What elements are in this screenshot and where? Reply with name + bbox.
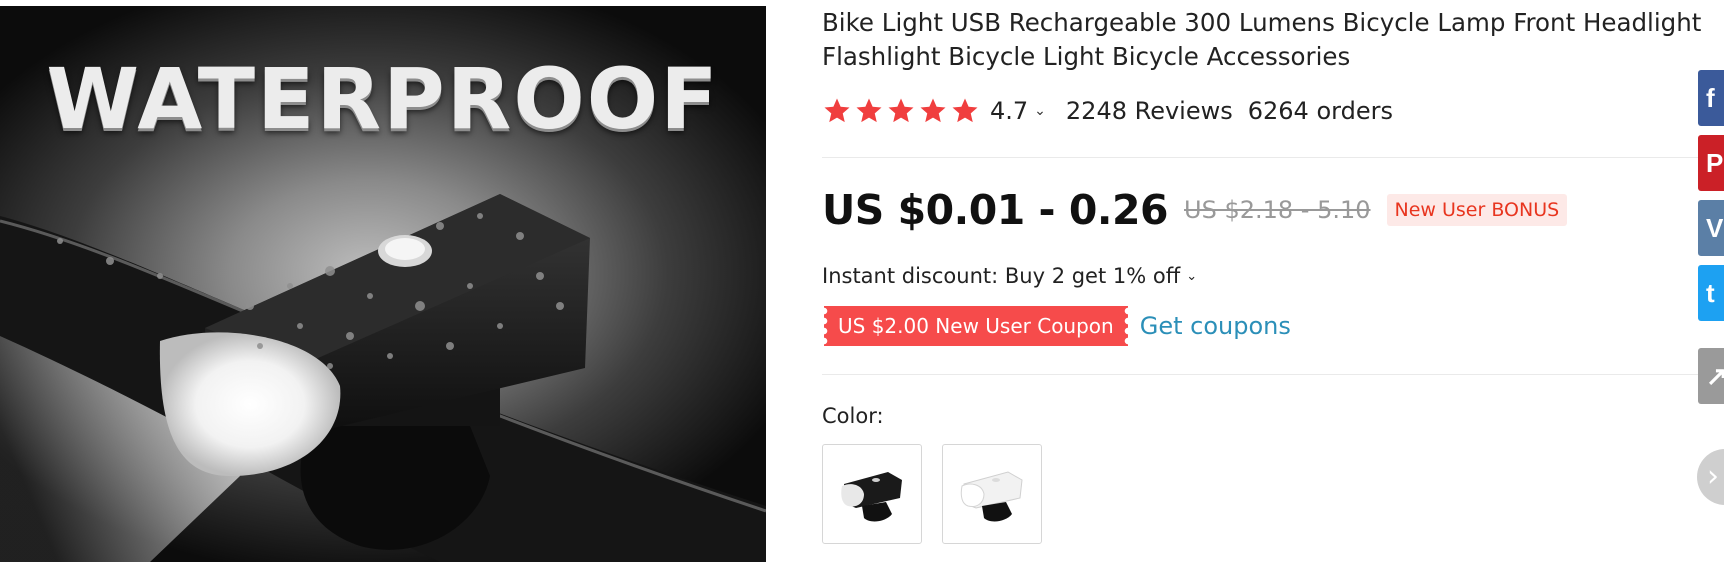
share-more-button[interactable]: ↗ xyxy=(1698,348,1724,404)
vk-icon: V xyxy=(1706,213,1724,243)
image-overlay-text: WATERPROOF xyxy=(46,50,720,148)
color-option-white[interactable] xyxy=(942,444,1042,544)
rating-value[interactable]: 4.7 xyxy=(990,97,1028,125)
instant-discount[interactable]: Instant discount: Buy 2 get 1% off ⌄ xyxy=(822,264,1197,288)
star-icon xyxy=(952,98,978,123)
star-icon xyxy=(856,98,882,123)
star-icon xyxy=(920,98,946,123)
orders-count: 6264 orders xyxy=(1247,97,1393,125)
share-pinterest-button[interactable]: P xyxy=(1698,135,1724,191)
product-title: Bike Light USB Rechargeable 300 Lumens B… xyxy=(822,8,1702,71)
new-user-bonus-badge: New User BONUS xyxy=(1386,194,1568,226)
coupon-row: US $2.00 New User Coupon Get coupons xyxy=(824,306,1291,346)
product-main-image[interactable]: WATERPROOF xyxy=(0,6,766,562)
share-twitter-button[interactable]: t xyxy=(1698,265,1724,321)
divider xyxy=(822,157,1724,158)
original-price: US $2.18 - 5.10 xyxy=(1184,196,1371,224)
chevron-down-icon[interactable]: ⌄ xyxy=(1186,269,1197,284)
facebook-icon: f xyxy=(1706,83,1715,113)
share-vk-button[interactable]: V xyxy=(1698,200,1724,256)
white-bike-light-thumbnail xyxy=(960,471,1023,522)
star-icon xyxy=(824,98,850,123)
divider xyxy=(822,374,1724,375)
rating-row: 4.7 ⌄ 2248 Reviews 6264 orders xyxy=(822,96,1393,126)
reviews-link[interactable]: 2248 Reviews xyxy=(1066,97,1233,125)
color-option-black[interactable] xyxy=(822,444,922,544)
chevron-right-icon: › xyxy=(1707,459,1719,494)
color-label: Color: xyxy=(822,404,884,428)
twitter-icon: t xyxy=(1706,278,1715,308)
share-icon: ↗ xyxy=(1706,361,1724,391)
price-row: US $0.01 - 0.26 US $2.18 - 5.10 New User… xyxy=(822,186,1568,234)
current-price: US $0.01 - 0.26 xyxy=(822,186,1169,234)
black-bike-light-thumbnail xyxy=(841,472,902,522)
rating-stars xyxy=(822,96,980,126)
pinterest-icon: P xyxy=(1706,148,1724,178)
share-facebook-button[interactable]: f xyxy=(1698,70,1724,126)
color-options xyxy=(822,444,1042,544)
chevron-down-icon[interactable]: ⌄ xyxy=(1034,103,1046,119)
instant-discount-text: Instant discount: Buy 2 get 1% off xyxy=(822,264,1181,288)
get-coupons-link[interactable]: Get coupons xyxy=(1140,312,1291,340)
new-user-coupon-tag: US $2.00 New User Coupon xyxy=(824,306,1128,346)
product-info: Bike Light USB Rechargeable 300 Lumens B… xyxy=(822,0,1724,562)
star-icon xyxy=(888,98,914,123)
